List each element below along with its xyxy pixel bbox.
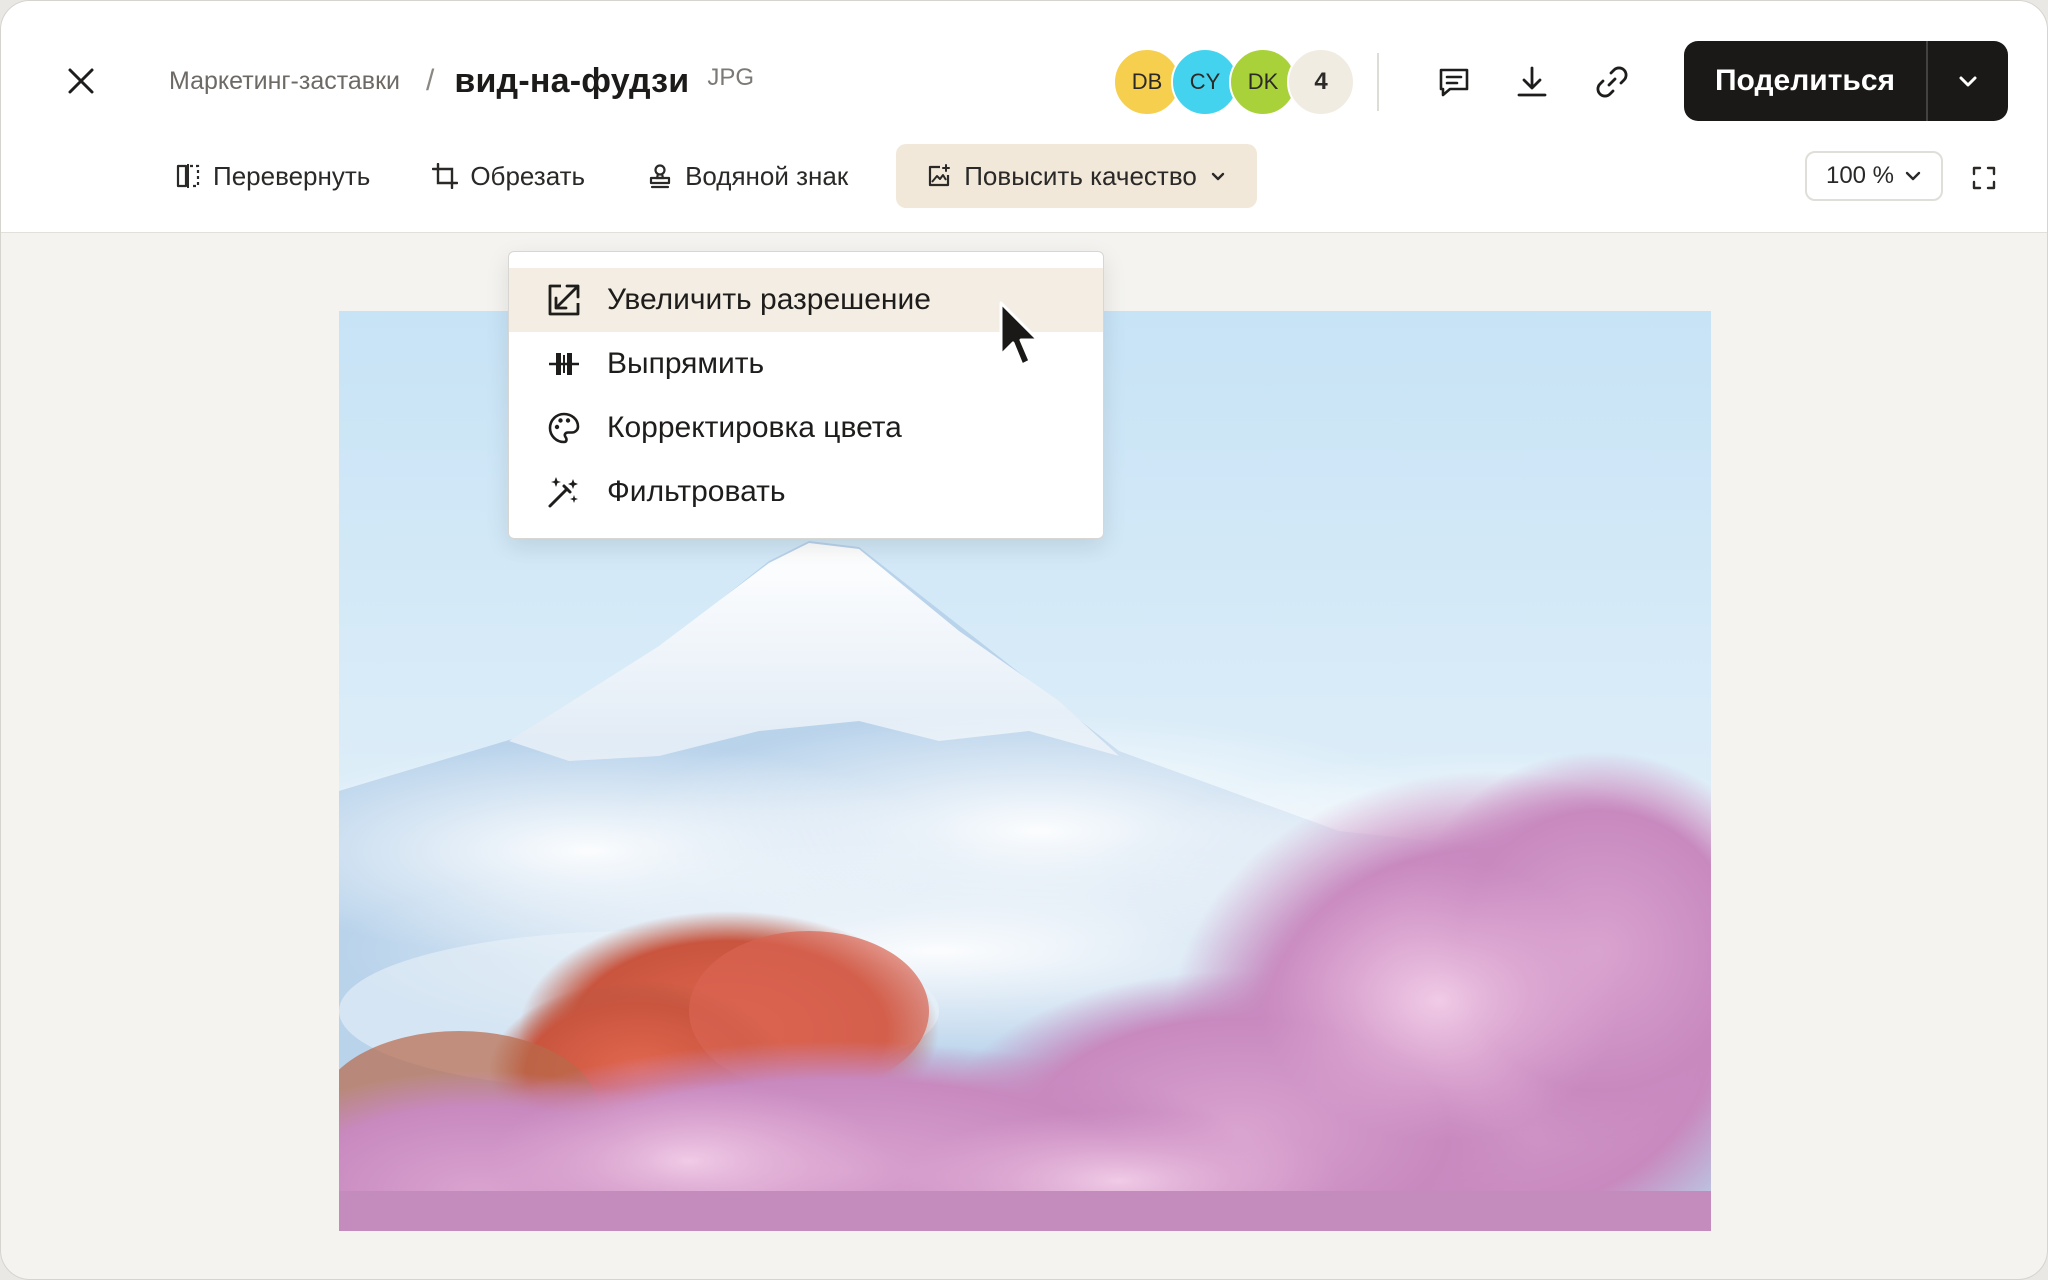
menu-item-filter[interactable]: Фильтровать	[509, 460, 1103, 524]
menu-item-upscale[interactable]: Увеличить разрешение	[509, 268, 1103, 332]
breadcrumb-parent-link[interactable]: Маркетинг-заставки	[169, 67, 400, 96]
top-bar: Маркетинг-заставки / вид-на-фудзи JPG DB…	[1, 1, 2047, 233]
crop-button[interactable]: Обрезать	[418, 144, 599, 208]
close-button[interactable]	[57, 57, 105, 105]
enhance-image-icon	[929, 164, 951, 187]
enhance-dropdown-button[interactable]: Повысить качество	[896, 144, 1257, 208]
comment-button[interactable]	[1429, 57, 1479, 107]
comment-icon	[1439, 68, 1469, 97]
fullscreen-icon	[1972, 166, 1996, 190]
editor-window: Маркетинг-заставки / вид-на-фудзи JPG DB…	[0, 0, 2048, 1280]
close-icon	[68, 68, 94, 94]
chevron-down-icon	[1905, 171, 1921, 181]
stamp-icon	[649, 164, 671, 189]
menu-item-label: Корректировка цвета	[607, 411, 902, 444]
flip-button[interactable]: Перевернуть	[161, 144, 384, 208]
share-split-button: Поделиться	[1684, 41, 2008, 121]
watermark-label: Водяной знак	[685, 160, 849, 191]
collaborator-avatars[interactable]: DB CY DK 4	[1113, 48, 1355, 116]
breadcrumb: Маркетинг-заставки / вид-на-фудзи JPG	[169, 57, 754, 105]
file-title: вид-на-фудзи	[454, 61, 690, 100]
link-icon	[1596, 66, 1628, 98]
menu-item-label: Выпрямить	[607, 347, 765, 380]
divider	[1377, 53, 1379, 111]
menu-item-label: Фильтровать	[607, 475, 786, 508]
menu-item-label: Увеличить разрешение	[607, 283, 931, 316]
share-button[interactable]: Поделиться	[1684, 41, 1926, 121]
magic-wand-icon	[548, 477, 578, 508]
download-icon	[1517, 66, 1547, 97]
more-collaborators-count[interactable]: 4	[1287, 48, 1355, 116]
breadcrumb-separator: /	[426, 64, 435, 97]
fullscreen-button[interactable]	[1967, 161, 2001, 195]
edit-toolbar: Перевернуть Обрезать Водяной знак Повыси…	[161, 144, 1291, 208]
upscale-icon	[548, 284, 580, 316]
watermark-button[interactable]: Водяной знак	[633, 144, 862, 208]
zoom-select[interactable]: 100 %	[1805, 151, 1943, 201]
enhance-dropdown-menu: Увеличить разрешение Выпрямить Корректир…	[508, 251, 1104, 539]
enhance-label: Повысить качество	[964, 160, 1197, 191]
flip-label: Перевернуть	[213, 160, 371, 191]
crop-icon	[432, 163, 459, 189]
flip-icon	[176, 164, 200, 188]
chevron-down-icon	[1211, 172, 1225, 181]
palette-icon	[548, 412, 580, 444]
menu-item-straighten[interactable]: Выпрямить	[509, 332, 1103, 396]
download-button[interactable]	[1507, 57, 1557, 107]
menu-item-color-correction[interactable]: Корректировка цвета	[509, 396, 1103, 460]
copy-link-button[interactable]	[1587, 57, 1637, 107]
file-extension-badge: JPG	[707, 64, 755, 91]
zoom-value: 100 %	[1825, 162, 1895, 189]
straighten-icon	[549, 353, 579, 375]
chevron-down-icon	[1959, 76, 1977, 87]
share-options-button[interactable]	[1928, 41, 2008, 121]
crop-label: Обрезать	[470, 160, 586, 191]
